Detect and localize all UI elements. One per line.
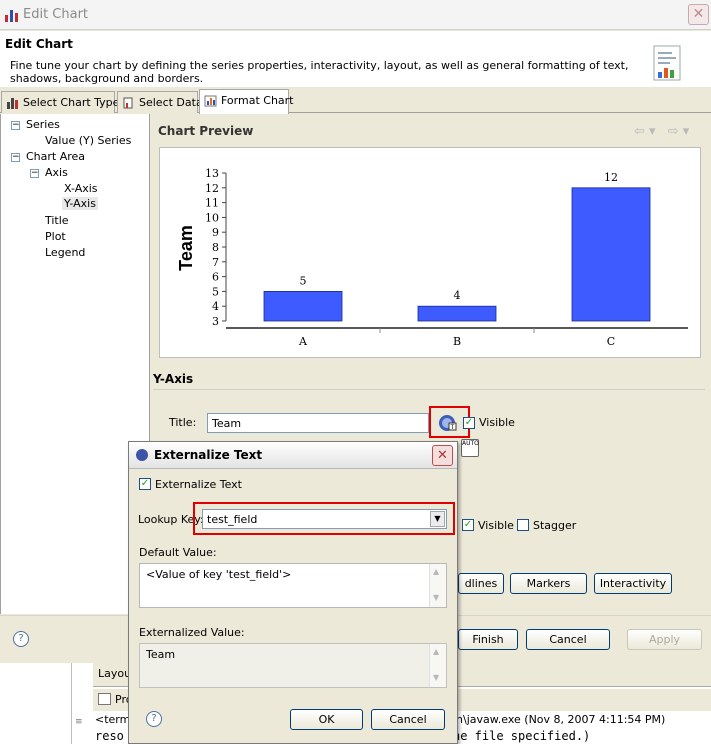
y-tick-label: 10: [205, 211, 219, 224]
stagger-label: Stagger: [533, 519, 577, 532]
title-input[interactable]: Team: [207, 413, 429, 433]
externalized-value-label: Externalized Value:: [139, 626, 245, 639]
cancel-button[interactable]: Cancel: [371, 709, 445, 730]
externalized-value-field: Team: [139, 643, 447, 688]
bar: [263, 290, 343, 322]
data-label: 12: [604, 171, 618, 184]
tree-item-x-axis[interactable]: X-Axis: [64, 182, 98, 195]
tree-item-axis[interactable]: Axis: [45, 166, 68, 179]
close-icon[interactable]: ✕: [432, 445, 453, 466]
tab-select-chart-type[interactable]: Select Chart Type: [1, 91, 119, 113]
ok-button[interactable]: OK: [290, 709, 363, 730]
tree-item-value-series[interactable]: Value (Y) Series: [45, 134, 131, 147]
y-tick-label: 12: [205, 182, 219, 195]
section-title: Y-Axis: [153, 372, 194, 386]
background-left-panel: [0, 663, 72, 744]
problems-icon: [98, 693, 111, 705]
page-description: Fine tune your chart by defining the ser…: [10, 59, 629, 85]
pane-marker-icon: ≡: [75, 717, 83, 727]
tree-item-y-axis[interactable]: Y-Axis: [62, 197, 98, 210]
tree-item-series[interactable]: Series: [26, 118, 60, 131]
console-text-right: in\javaw.exe (Nov 8, 2007 4:11:54 PM): [453, 713, 666, 726]
visible-checkbox[interactable]: ✓: [463, 417, 475, 429]
y-tick-label: 4: [212, 300, 219, 313]
tab-label: Select Data: [139, 96, 203, 109]
tab-label: Format Chart: [221, 94, 294, 107]
help-icon[interactable]: ?: [146, 711, 162, 727]
scrollbar[interactable]: ▲ ▼: [429, 564, 446, 607]
y-tick-label: 3: [212, 315, 219, 328]
stagger-checkbox[interactable]: [517, 519, 529, 531]
chart-wizard-icon: [653, 45, 681, 81]
chart-type-icon: [7, 98, 18, 109]
visible-label: Visible: [479, 416, 515, 429]
chart-preview-title: Chart Preview: [158, 124, 254, 138]
tab-format-chart[interactable]: Format Chart: [199, 89, 294, 114]
data-label: 4: [454, 289, 461, 302]
format-chart-icon: [204, 95, 217, 107]
help-icon[interactable]: ?: [13, 631, 29, 647]
chart-preview: 3 4 5 6 7 8 9 10 11 12 13 Team 5 A 4 B 12 C: [159, 147, 701, 358]
section-divider: [153, 389, 705, 390]
x-tick-label: C: [607, 335, 615, 348]
chart-app-icon: [5, 10, 18, 22]
nav-arrows[interactable]: ⇦ ▾ ⇨ ▾: [634, 124, 689, 139]
forward-arrow-icon[interactable]: ⇨ ▾: [668, 124, 690, 139]
visible-checkbox-2[interactable]: ✓: [462, 519, 474, 531]
x-tick-label: B: [453, 335, 461, 348]
y-tick-label: 9: [212, 226, 219, 239]
bar: [417, 305, 497, 322]
auto-icon[interactable]: AUTO: [461, 439, 479, 457]
y-tick-label: 8: [212, 241, 219, 254]
externalize-checkbox[interactable]: ✓: [139, 478, 151, 490]
markers-button[interactable]: Markers: [510, 573, 587, 594]
close-icon[interactable]: ✕: [688, 4, 709, 25]
y-tick-label: 7: [212, 256, 219, 269]
back-arrow-icon[interactable]: ⇦ ▾: [634, 124, 656, 139]
console-text-right: he file specified.): [453, 729, 591, 743]
main-titlebar: [0, 0, 711, 30]
tab-select-data[interactable]: Select Data: [117, 91, 203, 113]
scrollbar[interactable]: ▲ ▼: [429, 644, 446, 687]
layout-tab[interactable]: Layou: [98, 667, 131, 680]
default-value-label: Default Value:: [139, 546, 217, 559]
y-tick-label: 6: [212, 271, 219, 284]
collapse-icon[interactable]: −: [30, 169, 39, 178]
x-tick-label: A: [298, 335, 308, 348]
y-tick-label: 5: [212, 285, 219, 298]
page-title: Edit Chart: [5, 37, 73, 51]
finish-button[interactable]: Finish: [458, 629, 518, 650]
y-axis-label: Team: [176, 225, 196, 271]
tree-item-title[interactable]: Title: [45, 214, 69, 227]
bar: [571, 187, 651, 322]
cancel-button[interactable]: Cancel: [526, 629, 610, 650]
data-label: 5: [300, 274, 307, 287]
externalize-checkbox-label: Externalize Text: [155, 478, 242, 491]
eclipse-icon: [136, 449, 148, 461]
tree-item-chart-area[interactable]: Chart Area: [26, 150, 85, 163]
bar-chart: 345678910111213Team5A4B12C: [176, 167, 688, 348]
apply-button[interactable]: Apply: [627, 629, 702, 650]
highlight-box: [193, 502, 455, 535]
y-tick-label: 11: [205, 197, 219, 210]
gridlines-button[interactable]: dlines: [458, 573, 504, 594]
interactivity-button[interactable]: Interactivity: [594, 573, 672, 594]
tab-label: Select Chart Type: [23, 96, 120, 109]
title-label: Title:: [169, 416, 197, 429]
dialog-title: Externalize Text: [154, 448, 263, 462]
visible-label-2: Visible: [478, 519, 514, 532]
collapse-icon[interactable]: −: [11, 121, 20, 130]
collapse-icon[interactable]: −: [11, 153, 20, 162]
default-value-field[interactable]: <Value of key 'test_field'>: [139, 563, 447, 608]
tree-item-legend[interactable]: Legend: [45, 246, 85, 259]
window-title: Edit Chart: [23, 7, 89, 22]
data-icon: [123, 97, 133, 109]
console-text-left: reso: [95, 729, 124, 743]
y-tick-label: 13: [205, 167, 219, 180]
tree-item-plot[interactable]: Plot: [45, 230, 66, 243]
